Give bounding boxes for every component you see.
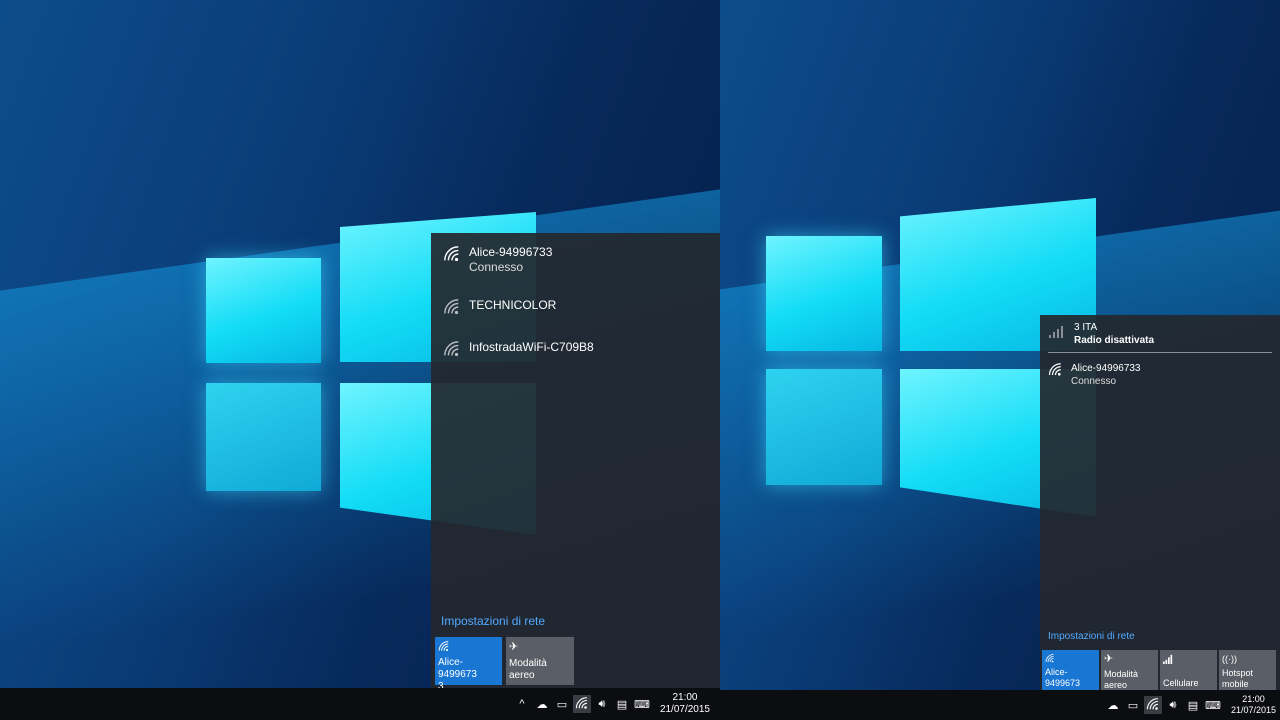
network-item[interactable]: Alice-94996733 Connesso bbox=[431, 245, 720, 275]
airplane-icon: ✈ bbox=[1104, 653, 1114, 665]
network-status: Connesso bbox=[1071, 376, 1117, 387]
network-item[interactable]: Alice-94996733 Connesso bbox=[1040, 362, 1280, 388]
right-screenshot: 3 ITA Radio disattivata Alice-94996733 C… bbox=[720, 0, 1280, 720]
wifi-icon bbox=[1048, 363, 1063, 378]
network-item[interactable]: InfostradaWiFi-C709B8 bbox=[431, 340, 720, 359]
network-flyout: Alice-94996733 Connesso TECHNICOLOR Info… bbox=[431, 233, 720, 692]
cellular-signal-icon bbox=[1049, 326, 1063, 338]
window-pane bbox=[766, 236, 882, 351]
onedrive-icon[interactable]: ☁ bbox=[533, 695, 551, 713]
hotspot-icon: ((·)) bbox=[1222, 654, 1237, 664]
cellular-icon bbox=[1163, 654, 1173, 664]
quick-action-label: Hotspot bbox=[1222, 668, 1254, 678]
wifi-icon[interactable] bbox=[572, 695, 591, 713]
window-pane bbox=[206, 383, 321, 491]
action-center-icon[interactable]: ▤ bbox=[613, 695, 631, 713]
quick-action-airplane[interactable]: ✈ Modalità aereo bbox=[1101, 650, 1158, 690]
volume-icon[interactable]: 🔊︎ bbox=[593, 695, 611, 713]
chevron-up-icon[interactable]: ^ bbox=[513, 695, 531, 713]
network-name: InfostradaWiFi-C709B8 bbox=[469, 340, 594, 354]
quick-action-label: Modalità bbox=[509, 658, 547, 669]
wifi-icon bbox=[443, 246, 461, 264]
quick-action-label: mobile bbox=[1222, 679, 1249, 689]
volume-icon[interactable]: 🔊︎ bbox=[1164, 696, 1182, 714]
battery-icon[interactable]: ▭ bbox=[1124, 696, 1142, 714]
network-settings-link[interactable]: Impostazioni di rete bbox=[1048, 631, 1135, 642]
quick-action-label: aereo bbox=[509, 670, 535, 681]
quick-action-label bbox=[1163, 667, 1214, 678]
network-name: Alice-94996733 bbox=[1071, 363, 1141, 374]
cellular-name: 3 ITA bbox=[1074, 322, 1098, 333]
clock-time: 21:00 bbox=[672, 692, 698, 703]
wifi-icon[interactable] bbox=[1143, 696, 1162, 714]
network-name: Alice-94996733 bbox=[469, 245, 553, 259]
quick-action-wifi[interactable]: Alice-9499673 3 bbox=[435, 637, 502, 692]
clock[interactable]: 21:00 21/07/2015 bbox=[1231, 694, 1276, 716]
wifi-icon bbox=[443, 341, 461, 359]
window-pane bbox=[206, 258, 321, 363]
window-pane bbox=[766, 369, 882, 485]
network-settings-link[interactable]: Impostazioni di rete bbox=[441, 614, 545, 628]
quick-action-hotspot[interactable]: ((·)) Hotspot mobile bbox=[1219, 650, 1276, 690]
quick-action-wifi[interactable]: Alice-9499673 3 bbox=[1042, 650, 1099, 699]
wifi-icon bbox=[438, 641, 450, 653]
network-status: Connesso bbox=[469, 260, 524, 274]
clock-time: 21:00 bbox=[1242, 694, 1265, 704]
taskbar: ^ ☁ ▭ 🔊︎ ▤ ⌨ 21:00 21/07/2015 bbox=[0, 688, 720, 720]
quick-action-label: Alice-9499673 bbox=[1045, 667, 1081, 688]
keyboard-icon[interactable]: ⌨ bbox=[1204, 696, 1222, 714]
cellular-item[interactable]: 3 ITA Radio disattivata bbox=[1040, 321, 1280, 347]
clock-date: 21/07/2015 bbox=[1230, 705, 1276, 715]
divider bbox=[1048, 352, 1272, 353]
airplane-icon: ✈ bbox=[509, 641, 519, 653]
wifi-icon bbox=[1045, 654, 1055, 664]
network-flyout: 3 ITA Radio disattivata Alice-94996733 C… bbox=[1040, 315, 1280, 699]
clock[interactable]: 21:00 21/07/2015 bbox=[660, 692, 710, 716]
keyboard-icon[interactable]: ⌨ bbox=[633, 695, 651, 713]
onedrive-icon[interactable]: ☁ bbox=[1104, 696, 1122, 714]
quick-action-cellular[interactable]: Cellulare bbox=[1160, 650, 1217, 690]
taskbar: ☁ ▭ 🔊︎ ▤ ⌨ 21:00 21/07/2015 bbox=[720, 690, 1280, 720]
network-name: TECHNICOLOR bbox=[469, 298, 557, 312]
battery-icon[interactable]: ▭ bbox=[553, 695, 571, 713]
left-screenshot: Alice-94996733 Connesso TECHNICOLOR Info… bbox=[0, 0, 720, 720]
action-center-icon[interactable]: ▤ bbox=[1184, 696, 1202, 714]
quick-action-label: Cellulare bbox=[1163, 678, 1199, 688]
clock-date: 21/07/2015 bbox=[659, 704, 710, 715]
quick-action-airplane[interactable]: ✈ Modalità aereo bbox=[506, 637, 574, 685]
network-item[interactable]: TECHNICOLOR bbox=[431, 298, 720, 317]
wifi-icon bbox=[443, 299, 461, 317]
quick-action-label: Alice-9499673 bbox=[438, 657, 477, 680]
cellular-status: Radio disattivata bbox=[1074, 335, 1155, 346]
quick-action-label: Modalità bbox=[1104, 669, 1139, 679]
